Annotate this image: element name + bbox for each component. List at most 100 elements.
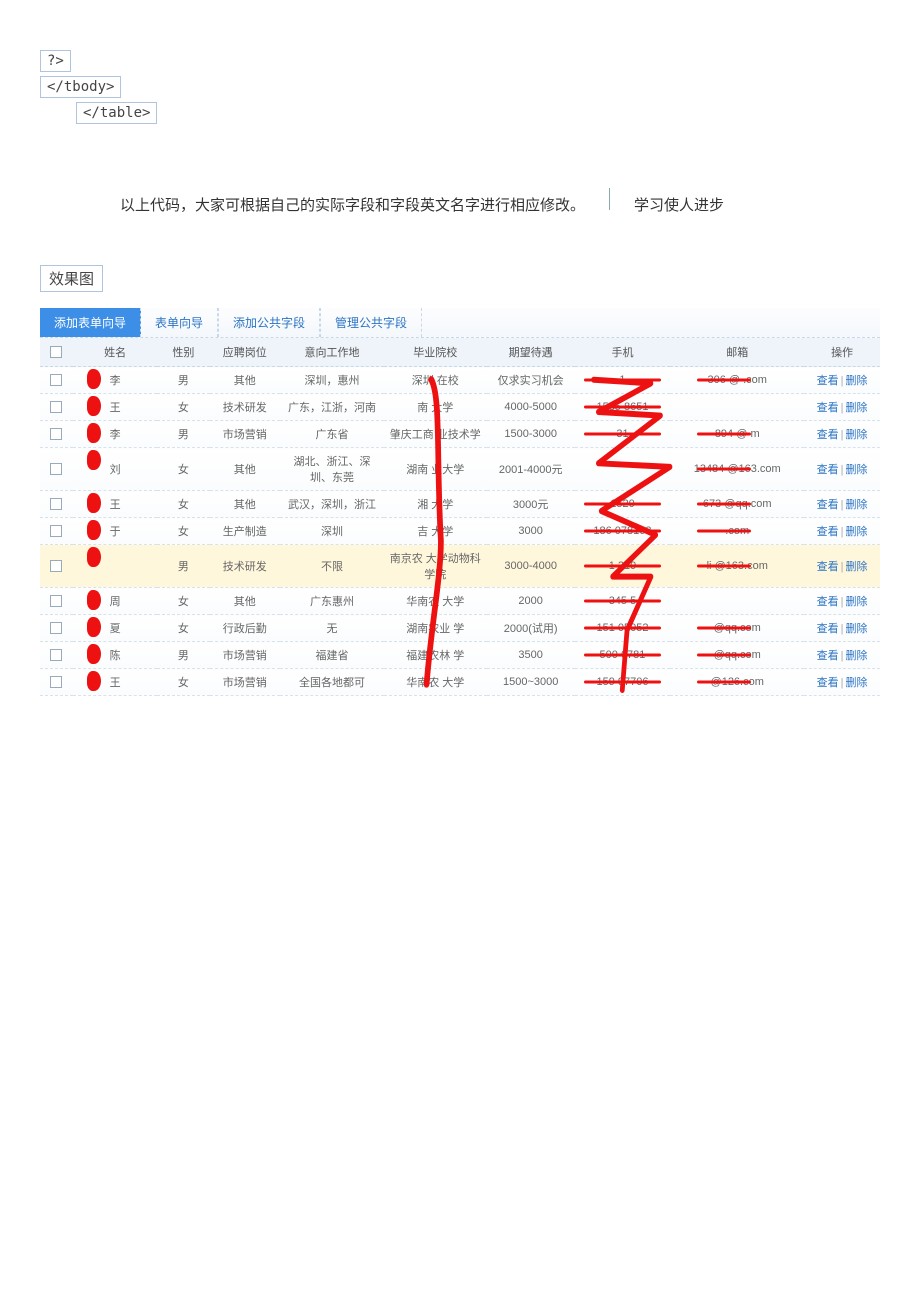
delete-link[interactable]: 删除 xyxy=(846,623,868,635)
cell-name: 王 xyxy=(73,669,157,696)
cell-email: @126.com xyxy=(670,669,804,696)
cell-actions: 查看|删除 xyxy=(804,615,880,642)
tab-add-form-wizard[interactable]: 添加表单向导 xyxy=(40,308,141,337)
delete-link[interactable]: 删除 xyxy=(846,429,868,441)
section-heading: 效果图 xyxy=(40,265,103,292)
view-link[interactable]: 查看 xyxy=(817,596,839,608)
row-checkbox[interactable] xyxy=(50,428,62,440)
cell-area: 深圳，惠州 xyxy=(280,367,384,394)
cell-gender: 男 xyxy=(157,545,209,588)
cell-school: 华南农 大学 xyxy=(384,588,487,615)
cell-gender: 女 xyxy=(157,518,209,545)
cell-salary: 3000-4000 xyxy=(487,545,575,588)
cell-name: 于 xyxy=(73,518,157,545)
tab-manage-public-field[interactable]: 管理公共字段 xyxy=(320,308,422,337)
row-checkbox[interactable] xyxy=(50,560,62,572)
cell-salary: 2000 xyxy=(487,588,575,615)
cell-school: 肇庆工商 业技术学 xyxy=(384,421,487,448)
view-link[interactable]: 查看 xyxy=(817,561,839,573)
cell-phone: 151 05052 xyxy=(575,615,671,642)
cell-area: 无 xyxy=(280,615,384,642)
cell-email: li @163.com xyxy=(670,545,804,588)
cell-name: 李 xyxy=(73,421,157,448)
delete-link[interactable]: 删除 xyxy=(846,596,868,608)
cell-gender: 女 xyxy=(157,669,209,696)
view-link[interactable]: 查看 xyxy=(817,429,839,441)
cell-salary: 1500~3000 xyxy=(487,669,575,696)
cell-name: 周 xyxy=(73,588,157,615)
cell-post: 其他 xyxy=(210,588,281,615)
cell-school: 南京农 大学动物科 学院 xyxy=(384,545,487,588)
cell-gender: 女 xyxy=(157,615,209,642)
description-main: 以上代码，大家可根据自己的实际字段和字段英文名字进行相应修改。 xyxy=(120,194,585,215)
row-checkbox[interactable] xyxy=(50,676,62,688)
tab-add-public-field[interactable]: 添加公共字段 xyxy=(218,308,320,337)
col-salary: 期望待遇 xyxy=(487,338,575,367)
col-phone: 手机 xyxy=(575,338,671,367)
cell-post: 市场营销 xyxy=(210,421,281,448)
cell-salary: 3000元 xyxy=(487,491,575,518)
row-checkbox[interactable] xyxy=(50,498,62,510)
code-line: </table> xyxy=(76,102,157,124)
row-checkbox[interactable] xyxy=(50,649,62,661)
select-all-checkbox[interactable] xyxy=(50,346,62,358)
cell-gender: 女 xyxy=(157,394,209,421)
delete-link[interactable]: 删除 xyxy=(846,464,868,476)
view-link[interactable]: 查看 xyxy=(817,375,839,387)
cell-post: 其他 xyxy=(210,367,281,394)
cell-phone: 1 xyxy=(575,367,671,394)
cell-name: 陈 xyxy=(73,642,157,669)
table-row: 王女其他武汉，深圳，浙江湘 大学3000元1520673 @qq.com查看|删… xyxy=(40,491,880,518)
row-checkbox[interactable] xyxy=(50,374,62,386)
view-link[interactable]: 查看 xyxy=(817,623,839,635)
data-table: 姓名 性别 应聘岗位 意向工作地 毕业院校 期望待遇 手机 邮箱 操作 李男其他… xyxy=(40,338,880,696)
view-link[interactable]: 查看 xyxy=(817,499,839,511)
delete-link[interactable]: 删除 xyxy=(846,526,868,538)
row-checkbox[interactable] xyxy=(50,595,62,607)
cell-school: 华南农 大学 xyxy=(384,669,487,696)
delete-link[interactable]: 删除 xyxy=(846,375,868,387)
view-link[interactable]: 查看 xyxy=(817,402,839,414)
tab-form-wizard[interactable]: 表单向导 xyxy=(141,308,218,337)
cell-name: 王 xyxy=(73,394,157,421)
cell-post: 市场营销 xyxy=(210,669,281,696)
delete-link[interactable]: 删除 xyxy=(846,402,868,414)
delete-link[interactable]: 删除 xyxy=(846,650,868,662)
cell-area: 广东惠州 xyxy=(280,588,384,615)
cell-phone xyxy=(575,448,671,491)
cell-salary: 2000(试用) xyxy=(487,615,575,642)
delete-link[interactable]: 删除 xyxy=(846,561,868,573)
cell-post: 市场营销 xyxy=(210,642,281,669)
col-gender: 性别 xyxy=(157,338,209,367)
view-link[interactable]: 查看 xyxy=(817,677,839,689)
cell-email: @qq.com xyxy=(670,642,804,669)
row-checkbox[interactable] xyxy=(50,401,62,413)
col-email: 邮箱 xyxy=(670,338,804,367)
cell-school: 南 大学 xyxy=(384,394,487,421)
cell-actions: 查看|删除 xyxy=(804,448,880,491)
cell-actions: 查看|删除 xyxy=(804,394,880,421)
cell-phone: 159 97706 xyxy=(575,669,671,696)
table-row: 男技术研发不限南京农 大学动物科 学院3000-40001 219li @163… xyxy=(40,545,880,588)
row-checkbox[interactable] xyxy=(50,622,62,634)
table-body: 李男其他深圳，惠州深圳 在校仅求实习机会 1306 @ .com查看|删除王女技… xyxy=(40,367,880,696)
cell-actions: 查看|删除 xyxy=(804,491,880,518)
cell-email xyxy=(670,588,804,615)
view-link[interactable]: 查看 xyxy=(817,464,839,476)
row-checkbox[interactable] xyxy=(50,525,62,537)
row-checkbox[interactable] xyxy=(50,463,62,475)
cell-salary: 2001-4000元 xyxy=(487,448,575,491)
vertical-separator xyxy=(609,188,610,210)
cell-gender: 男 xyxy=(157,421,209,448)
cell-area: 全国各地都可 xyxy=(280,669,384,696)
cell-post: 技术研发 xyxy=(210,394,281,421)
delete-link[interactable]: 删除 xyxy=(846,499,868,511)
cell-area: 深圳 xyxy=(280,518,384,545)
table-row: 王女技术研发广东，江浙，河南南 大学4000-50001535 8651查看|删… xyxy=(40,394,880,421)
view-link[interactable]: 查看 xyxy=(817,526,839,538)
table-row: 于女生产制造深圳吉 大学3000186 078103 .com查看|删除 xyxy=(40,518,880,545)
view-link[interactable]: 查看 xyxy=(817,650,839,662)
cell-post: 其他 xyxy=(210,448,281,491)
delete-link[interactable]: 删除 xyxy=(846,677,868,689)
cell-actions: 查看|删除 xyxy=(804,545,880,588)
